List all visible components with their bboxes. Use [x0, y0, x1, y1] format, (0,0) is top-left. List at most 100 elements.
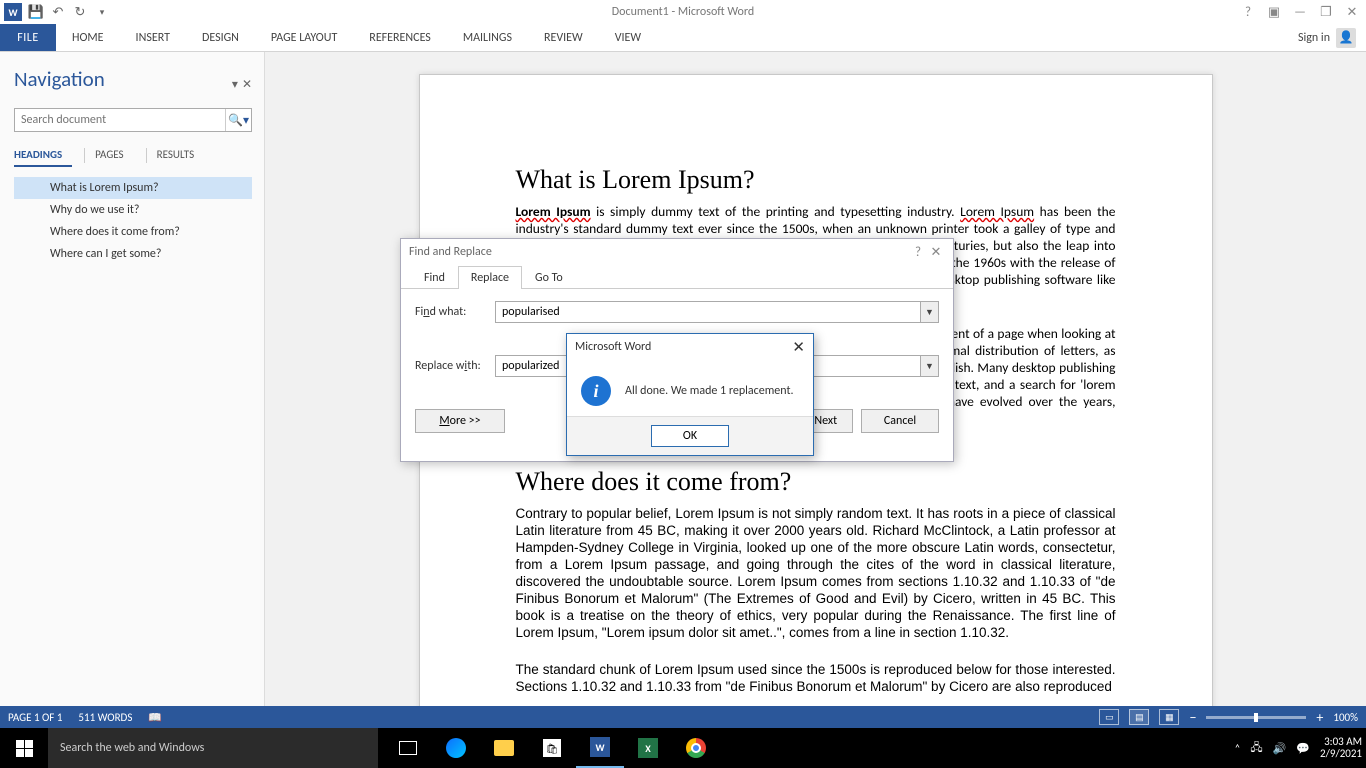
dropdown-icon[interactable]: ▼ [920, 302, 938, 322]
tab-review[interactable]: REVIEW [528, 24, 599, 51]
start-button[interactable] [0, 728, 48, 768]
sign-in-label: Sign in [1298, 31, 1330, 45]
task-view-icon[interactable] [384, 728, 432, 768]
nav-search[interactable]: 🔍▾ [14, 108, 252, 132]
status-bar: PAGE 1 OF 1 511 WORDS 📖 ▭ ▤ ▦ − + 100% [0, 706, 1366, 728]
web-layout-icon[interactable]: ▦ [1159, 709, 1179, 725]
read-mode-icon[interactable]: ▭ [1099, 709, 1119, 725]
nav-tab-separator [84, 148, 85, 163]
tab-view[interactable]: VIEW [599, 24, 657, 51]
volume-icon[interactable]: 🔊 [1273, 742, 1287, 755]
tray-chevron-icon[interactable]: ˄ [1234, 742, 1240, 755]
find-what-field[interactable] [496, 302, 920, 322]
heading-item[interactable]: What is Lorem Ipsum? [14, 177, 252, 199]
msgbox-text: All done. We made 1 replacement. [625, 384, 794, 398]
dropdown-icon[interactable]: ▼ [920, 356, 938, 376]
proofing-icon[interactable]: 📖 [148, 711, 162, 724]
window-controls: ? ▣ — ❐ ✕ [1240, 5, 1366, 20]
replace-with-label: Replace with: [415, 359, 495, 373]
cancel-button[interactable]: Cancel [861, 409, 939, 433]
tab-design[interactable]: DESIGN [186, 24, 255, 51]
find-what-input[interactable]: ▼ [495, 301, 939, 323]
network-icon[interactable]: 🖧 [1250, 739, 1262, 758]
taskbar: Search the web and Windows 🛍 W X ˄ 🖧 🔊 💬… [0, 728, 1366, 768]
tab-references[interactable]: REFERENCES [353, 24, 447, 51]
quick-access-toolbar: W 💾 ↶ ↻ ▾ [0, 3, 110, 21]
tab-goto[interactable]: Go To [522, 266, 576, 289]
file-explorer-icon[interactable] [480, 728, 528, 768]
ok-button[interactable]: OK [651, 425, 729, 447]
dialog-tabs: Find Replace Go To [401, 265, 953, 289]
zoom-in-icon[interactable]: + [1316, 709, 1323, 726]
word-taskbar-icon[interactable]: W [576, 728, 624, 768]
more-button[interactable]: More >> [415, 409, 505, 433]
nav-search-input[interactable] [15, 109, 225, 131]
tab-insert[interactable]: INSERT [120, 24, 186, 51]
windows-logo-icon [16, 740, 33, 757]
ribbon-tabs: FILE HOME INSERT DESIGN PAGE LAYOUT REFE… [0, 24, 1366, 52]
status-page[interactable]: PAGE 1 OF 1 [8, 711, 62, 724]
doc-heading-2: Where does it come from? [516, 467, 1116, 497]
dialog-title: Find and Replace [409, 245, 909, 259]
action-center-icon[interactable]: 💬 [1296, 742, 1310, 755]
restore-icon[interactable]: ❐ [1318, 5, 1334, 20]
edge-icon[interactable] [432, 728, 480, 768]
nav-tab-headings[interactable]: HEADINGS [14, 144, 72, 167]
doc-paragraph: The standard chunk of Lorem Ipsum used s… [516, 661, 1116, 695]
dialog-close-icon[interactable]: ✕ [927, 245, 945, 260]
minimize-icon[interactable]: — [1292, 5, 1308, 20]
ribbon-display-icon[interactable]: ▣ [1266, 5, 1282, 20]
headings-list: What is Lorem Ipsum? Why do we use it? W… [14, 177, 252, 265]
avatar-icon: 👤 [1336, 28, 1356, 48]
store-icon[interactable]: 🛍 [528, 728, 576, 768]
document-title: Document1 - Microsoft Word [612, 5, 754, 19]
doc-paragraph: Contrary to popular belief, Lorem Ipsum … [516, 505, 1116, 641]
nav-tab-results[interactable]: RESULTS [157, 144, 205, 167]
system-tray: ˄ 🖧 🔊 💬 3:03 AM 2/9/2021 [1234, 736, 1366, 760]
tab-find[interactable]: Find [411, 266, 458, 289]
navigation-pane: Navigation ▾ ✕ 🔍▾ HEADINGS PAGES RESULTS… [0, 52, 265, 746]
heading-item[interactable]: Where can I get some? [14, 243, 252, 265]
info-icon: i [581, 376, 611, 406]
chrome-icon[interactable] [672, 728, 720, 768]
nav-close-icon[interactable]: ✕ [242, 77, 252, 92]
message-box: Microsoft Word ✕ i All done. We made 1 r… [566, 333, 814, 456]
tab-home[interactable]: HOME [56, 24, 120, 51]
sign-in[interactable]: Sign in 👤 [1298, 24, 1366, 51]
taskbar-search[interactable]: Search the web and Windows [48, 728, 378, 768]
search-icon[interactable]: 🔍▾ [225, 109, 251, 131]
redo-icon[interactable]: ↻ [72, 4, 88, 20]
qat-dropdown-icon[interactable]: ▾ [94, 4, 110, 20]
dialog-help-icon[interactable]: ? [909, 245, 927, 260]
excel-taskbar-icon[interactable]: X [624, 728, 672, 768]
close-icon[interactable]: ✕ [1344, 5, 1360, 20]
tab-replace[interactable]: Replace [458, 266, 522, 289]
zoom-slider[interactable] [1206, 716, 1306, 719]
word-app-icon: W [4, 3, 22, 21]
heading-item[interactable]: Why do we use it? [14, 199, 252, 221]
msgbox-title: Microsoft Word [575, 340, 792, 354]
heading-item[interactable]: Where does it come from? [14, 221, 252, 243]
nav-tab-separator [146, 148, 147, 163]
find-what-label: Find what: [415, 305, 495, 319]
tab-mailings[interactable]: MAILINGS [447, 24, 528, 51]
nav-tabs: HEADINGS PAGES RESULTS [14, 144, 252, 167]
print-layout-icon[interactable]: ▤ [1129, 709, 1149, 725]
zoom-level[interactable]: 100% [1333, 711, 1358, 724]
status-words[interactable]: 511 WORDS [78, 711, 132, 724]
tab-file[interactable]: FILE [0, 24, 56, 51]
navigation-title: Navigation [14, 66, 105, 92]
clock-date: 2/9/2021 [1320, 748, 1362, 760]
save-icon[interactable]: 💾 [28, 4, 44, 20]
dialog-titlebar[interactable]: Find and Replace ? ✕ [401, 239, 953, 265]
undo-icon[interactable]: ↶ [50, 4, 66, 20]
msgbox-close-icon[interactable]: ✕ [792, 338, 805, 357]
nav-options-icon[interactable]: ▾ [232, 77, 238, 92]
zoom-out-icon[interactable]: − [1189, 709, 1196, 726]
clock[interactable]: 3:03 AM 2/9/2021 [1320, 736, 1362, 760]
msgbox-titlebar[interactable]: Microsoft Word ✕ [567, 334, 813, 360]
doc-heading-1: What is Lorem Ipsum? [516, 165, 1116, 195]
tab-page-layout[interactable]: PAGE LAYOUT [255, 24, 353, 51]
nav-tab-pages[interactable]: PAGES [95, 144, 133, 167]
help-icon[interactable]: ? [1240, 5, 1256, 20]
